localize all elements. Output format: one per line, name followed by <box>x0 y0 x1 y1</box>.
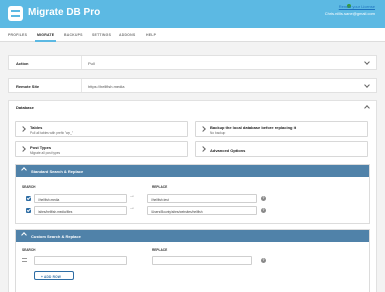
add-row-button[interactable]: + ADD ROW <box>34 271 74 280</box>
arrow-right-icon: → <box>129 193 135 199</box>
row-enabled-checkbox[interactable] <box>26 196 31 201</box>
arrow-right-icon: → <box>129 205 135 211</box>
post-types-title: Post Types <box>30 145 52 150</box>
tables-title: Tables <box>30 125 43 130</box>
chevron-up-icon <box>21 167 27 173</box>
search-field[interactable]: //hellfish.media <box>34 194 127 203</box>
replace-field[interactable]: /Users/Bounty/sites/websites/hellfish <box>147 206 257 215</box>
drag-handle-icon[interactable] <box>22 258 27 262</box>
remote-site-row[interactable]: Remote Site https://hellfish.media <box>8 78 377 93</box>
chevron-down-icon[interactable] <box>364 82 370 88</box>
chevron-right-icon <box>20 126 26 132</box>
tab-backups[interactable]: BACKUPS <box>64 33 83 37</box>
help-icon[interactable]: ? <box>261 196 266 201</box>
renew-license-link[interactable]: Renew your License <box>339 4 375 9</box>
custom-sr-title: Custom Search & Replace <box>31 234 81 239</box>
row-enabled-checkbox[interactable] <box>26 208 31 213</box>
app-logo-icon <box>8 6 23 21</box>
tab-settings[interactable]: SETTINGS <box>92 33 111 37</box>
tab-help[interactable]: HELP <box>146 33 156 37</box>
chevron-up-icon <box>21 232 27 238</box>
standard-search-replace: Standard Search & Replace SEARCH REPLACE… <box>15 164 370 224</box>
custom-sr-header[interactable]: Custom Search & Replace <box>16 230 369 242</box>
search-column-head: SEARCH <box>22 248 36 252</box>
chevron-right-icon <box>200 126 206 132</box>
replace-column-head: REPLACE <box>152 185 168 189</box>
standard-sr-title: Standard Search & Replace <box>31 169 84 174</box>
custom-search-replace: Custom Search & Replace SEARCH REPLACE ?… <box>15 229 370 292</box>
custom-search-field[interactable] <box>34 256 127 265</box>
user-email: Chris.nillis.sane@gmail.com <box>324 11 375 16</box>
post-types-subtitle: Migrate all post types <box>30 151 61 155</box>
main-tabs: PROFILES MIGRATE BACKUPS SETTINGS ADDONS… <box>0 28 385 42</box>
tab-migrate[interactable]: MIGRATE <box>34 33 57 42</box>
replace-column-head: REPLACE <box>152 248 168 252</box>
tables-subtitle: Pull all tables with prefix "wp_" <box>30 131 74 135</box>
custom-replace-field[interactable] <box>152 256 252 265</box>
divider <box>81 79 82 92</box>
tab-profiles[interactable]: PROFILES <box>8 33 27 37</box>
replace-field[interactable]: //hellfish.test <box>147 194 257 203</box>
chevron-right-icon <box>20 146 26 152</box>
backup-title: Backup the local database before replaci… <box>210 125 297 130</box>
action-value: Pull <box>88 61 95 66</box>
chevron-down-icon[interactable] <box>364 59 370 65</box>
backup-subtitle: No backup <box>210 131 226 135</box>
advanced-options[interactable]: Advanced Options <box>195 141 368 157</box>
tables-option[interactable]: Tables Pull all tables with prefix "wp_" <box>15 121 188 137</box>
database-panel: Database Tables Pull all tables with pre… <box>8 100 377 292</box>
standard-sr-header[interactable]: Standard Search & Replace <box>16 165 369 177</box>
remote-site-value: https://hellfish.media <box>88 84 125 89</box>
tab-addons[interactable]: ADDONS <box>119 33 135 37</box>
action-row[interactable]: Action Pull <box>8 55 377 70</box>
advanced-title: Advanced Options <box>210 148 246 153</box>
chevron-up-icon[interactable] <box>364 105 370 111</box>
app-title: Migrate DB Pro <box>28 7 101 18</box>
divider <box>81 56 82 69</box>
database-label: Database <box>16 105 34 110</box>
search-field[interactable]: /sites/hellfish.media/files <box>34 206 127 215</box>
backup-option[interactable]: Backup the local database before replaci… <box>195 121 368 137</box>
help-icon[interactable]: ? <box>261 258 266 263</box>
remote-site-label: Remote Site <box>16 84 40 89</box>
post-types-option[interactable]: Post Types Migrate all post types <box>15 141 188 157</box>
help-icon[interactable]: ? <box>261 208 266 213</box>
app-header: Migrate DB Pro Renew your License Chris.… <box>0 0 385 28</box>
action-label: Action <box>16 61 29 66</box>
chevron-right-icon <box>200 146 206 152</box>
search-column-head: SEARCH <box>22 185 36 189</box>
